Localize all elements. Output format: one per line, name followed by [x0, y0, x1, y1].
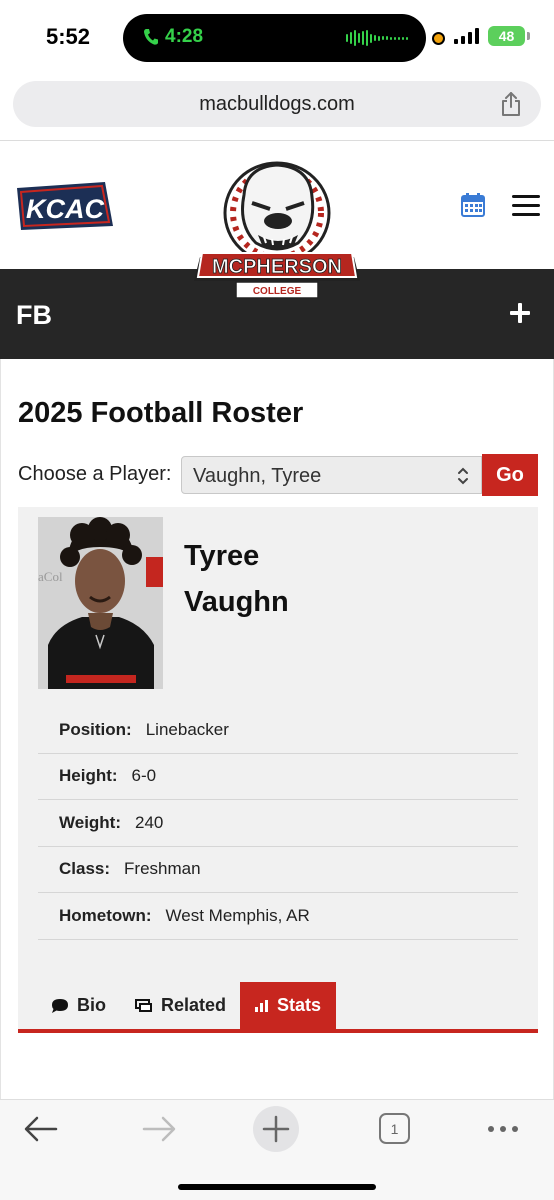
info-row-position: Position: Linebacker — [38, 707, 518, 754]
calendar-icon[interactable] — [461, 193, 485, 217]
new-tab-button[interactable] — [253, 1106, 299, 1152]
info-row-height: Height: 6-0 — [38, 754, 518, 800]
kcac-logo-text: KCAC — [26, 194, 104, 224]
tabs-button[interactable]: 1 — [379, 1113, 410, 1144]
related-icon — [135, 998, 152, 1012]
info-value: Freshman — [124, 859, 201, 879]
info-label: Height: — [59, 766, 118, 786]
browser-toolbar: 1 — [0, 1099, 554, 1200]
info-row-hometown: Hometown: West Memphis, AR — [38, 893, 518, 940]
svg-text:aCol: aCol — [38, 569, 63, 584]
cellular-signal-icon — [454, 28, 479, 44]
tab-count: 1 — [390, 1120, 399, 1137]
roster-content: 2025 Football Roster Choose a Player: Va… — [0, 359, 554, 1099]
player-card: aCol Tyree Vaughn Position: Linebacker H… — [18, 507, 538, 1033]
status-time: 5:52 — [46, 24, 91, 49]
info-label: Hometown: — [59, 905, 152, 925]
info-value: Linebacker — [145, 719, 229, 739]
more-options-icon[interactable] — [488, 1126, 518, 1132]
hamburger-menu-icon[interactable] — [512, 195, 540, 217]
player-last-name: Vaughn — [184, 586, 289, 618]
info-value: West Memphis, AR — [165, 905, 310, 925]
phone-icon — [144, 29, 158, 45]
tab-bio[interactable]: Bio — [51, 982, 106, 1029]
kcac-logo[interactable]: KCAC — [15, 178, 115, 234]
info-value: 6-0 — [131, 766, 157, 786]
tab-stats[interactable]: Stats — [240, 982, 336, 1029]
player-tabs: Bio Related Stats — [18, 982, 538, 1033]
address-bar[interactable]: macbulldogs.com — [13, 81, 541, 127]
home-indicator[interactable] — [178, 1184, 376, 1190]
logo-school-name: MCPHERSON — [212, 256, 342, 278]
info-value: 240 — [135, 812, 164, 832]
dynamic-island[interactable]: 4:28 — [123, 14, 426, 62]
logo-college-label: COLLEGE — [253, 286, 302, 297]
bar-chart-icon — [254, 999, 268, 1012]
choose-player-label: Choose a Player: — [18, 463, 172, 485]
status-bar: 5:52 4:28 48 — [0, 0, 554, 76]
info-row-class: Class: Freshman — [38, 847, 518, 893]
player-select-value[interactable]: Vaughn, Tyree — [193, 465, 321, 488]
player-headshot: aCol — [38, 517, 163, 689]
tab-related-label: Related — [161, 995, 227, 1015]
player-select[interactable]: Vaughn, Tyree — [181, 456, 482, 494]
audio-waveform-icon — [346, 30, 408, 46]
call-duration: 4:28 — [165, 26, 204, 47]
tab-bio-label: Bio — [77, 995, 106, 1015]
player-first-name: Tyree — [184, 540, 260, 572]
chevron-up-down-icon — [458, 467, 468, 485]
privacy-indicator-icon — [432, 32, 445, 45]
player-name: Tyree Vaughn — [184, 533, 384, 625]
info-label: Class: — [59, 859, 111, 879]
go-button[interactable]: Go — [482, 454, 538, 496]
info-row-weight: Weight: 240 — [38, 800, 518, 847]
share-icon[interactable] — [499, 91, 523, 117]
url-text[interactable]: macbulldogs.com — [13, 93, 541, 116]
mcpherson-bulldog-logo[interactable]: MCPHERSON COLLEGE — [186, 155, 368, 305]
call-indicator: 4:28 — [143, 26, 203, 48]
battery-icon: 48 — [488, 26, 530, 46]
info-label: Weight: — [59, 812, 122, 832]
sport-label[interactable]: FB — [16, 300, 52, 331]
player-info-list: Position: Linebacker Height: 6-0 Weight:… — [38, 707, 518, 940]
battery-level: 48 — [498, 28, 515, 44]
forward-arrow-icon[interactable] — [142, 1116, 176, 1142]
plus-icon — [262, 1115, 290, 1143]
page-title: 2025 Football Roster — [18, 397, 304, 429]
info-label: Position: — [59, 719, 132, 739]
tab-stats-label: Stats — [276, 995, 321, 1015]
expand-plus-icon[interactable] — [510, 303, 530, 323]
comment-icon — [52, 998, 68, 1013]
back-arrow-icon[interactable] — [24, 1116, 58, 1142]
tab-related[interactable]: Related — [135, 982, 226, 1029]
